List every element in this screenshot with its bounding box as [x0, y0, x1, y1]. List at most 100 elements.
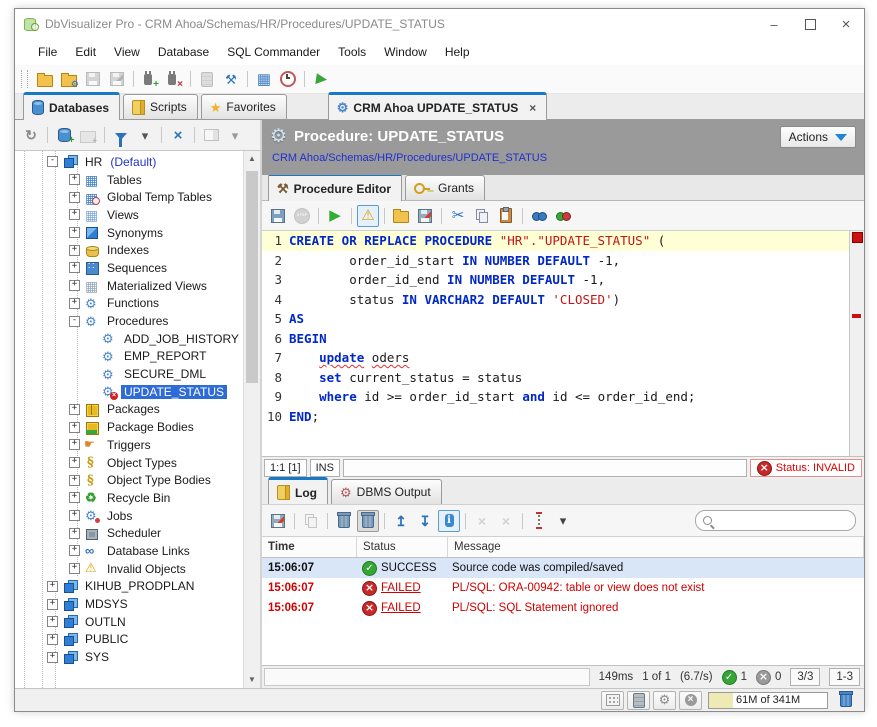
tree-expander-icon[interactable]: - — [47, 156, 58, 167]
tree-item-mdsys[interactable]: +MDSYS — [15, 595, 244, 613]
tree-expander-icon[interactable]: + — [69, 492, 80, 503]
highlight-errors-icon[interactable]: ⚠ — [357, 205, 379, 227]
open-file-icon[interactable] — [34, 68, 56, 90]
task-gear-button[interactable]: ⚙ — [653, 691, 676, 710]
tree-expander-icon[interactable]: + — [69, 192, 80, 203]
log-col-time[interactable]: Time — [262, 537, 357, 557]
tree-item-package-bodies[interactable]: +Package Bodies — [15, 418, 244, 436]
code-area[interactable]: 1CREATE OR REPLACE PROCEDURE "HR"."UPDAT… — [262, 231, 849, 456]
object-tab-crm-ahoa-update-status[interactable]: ⚙ CRM Ahoa UPDATE_STATUS × — [328, 92, 548, 120]
tree-expander-icon[interactable]: + — [69, 174, 80, 185]
tab-dbms-output[interactable]: ⚙DBMS Output — [331, 479, 442, 504]
tree-expander-icon[interactable]: + — [69, 510, 80, 521]
connections-monitor-button[interactable] — [627, 691, 650, 710]
open-connection-icon[interactable] — [58, 68, 80, 90]
tree-item-object-types[interactable]: +Object Types — [15, 454, 244, 472]
row-divider-icon[interactable] — [528, 510, 550, 532]
tree-item-views[interactable]: +Views — [15, 206, 244, 224]
breadcrumb[interactable]: CRM Ahoa/Schemas/HR/Procedures/UPDATE_ST… — [272, 152, 856, 164]
tree-expander-icon[interactable]: + — [69, 209, 80, 220]
menu-window[interactable]: Window — [375, 42, 436, 62]
load-from-file-icon[interactable] — [390, 205, 412, 227]
tree-expander-icon[interactable]: - — [69, 316, 80, 327]
scrollbar-thumb[interactable] — [246, 171, 258, 383]
tree-item-tables[interactable]: +Tables — [15, 171, 244, 189]
maximize-button[interactable] — [792, 9, 828, 39]
gc-button[interactable] — [834, 693, 858, 707]
connect-icon[interactable] — [139, 68, 161, 90]
tree-expander-icon[interactable]: + — [69, 457, 80, 468]
tab-close-icon[interactable]: × — [529, 101, 536, 115]
tab-procedure-editor[interactable]: ⚒Procedure Editor — [268, 173, 402, 201]
sql-editor[interactable]: 1CREATE OR REPLACE PROCEDURE "HR"."UPDAT… — [262, 231, 864, 457]
tree-expander-icon[interactable]: + — [69, 563, 80, 574]
error-line-mark[interactable] — [852, 314, 861, 318]
log-filter-input[interactable] — [717, 514, 839, 528]
collapse-all-icon[interactable]: × — [167, 124, 189, 146]
filter-dropdown-icon[interactable]: ▾ — [134, 124, 156, 146]
tree-item-invalid-objects[interactable]: +Invalid Objects — [15, 560, 244, 578]
menu-view[interactable]: View — [105, 42, 149, 62]
tree-item-object-type-bodies[interactable]: +Object Type Bodies — [15, 471, 244, 489]
tree-expander-icon[interactable]: + — [69, 528, 80, 539]
divider-dropdown-icon[interactable]: ▾ — [552, 510, 574, 532]
tree-expander-icon[interactable]: + — [47, 616, 58, 627]
tree-expander-icon[interactable]: + — [69, 404, 80, 415]
tree-expander-icon[interactable]: + — [47, 634, 58, 645]
tree-item-hr[interactable]: -HR(Default) — [15, 153, 244, 171]
tail-log-icon[interactable] — [438, 510, 460, 532]
tree-item-add-job-history[interactable]: ADD_JOB_HISTORY — [15, 330, 244, 348]
tree-item-sys[interactable]: +SYS — [15, 648, 244, 666]
clear-log-icon[interactable] — [333, 510, 355, 532]
tree-expander-icon[interactable]: + — [69, 280, 80, 291]
tree-expander-icon[interactable]: + — [69, 422, 80, 433]
find-replace-icon[interactable] — [552, 205, 574, 227]
log-row[interactable]: 15:06:07FAILEDPL/SQL: SQL Statement igno… — [262, 598, 864, 618]
tab-databases[interactable]: Databases — [23, 92, 120, 120]
scroll-down-icon[interactable]: ▼ — [244, 672, 260, 688]
export-log-icon[interactable] — [267, 510, 289, 532]
disconnect-icon[interactable] — [163, 68, 185, 90]
tree-item-database-links[interactable]: +Database Links — [15, 542, 244, 560]
log-row[interactable]: 15:06:07FAILEDPL/SQL: ORA-00942: table o… — [262, 578, 864, 598]
scroll-up-icon[interactable]: ▲ — [244, 151, 260, 167]
filter-icon[interactable] — [110, 124, 132, 146]
tree-item-indexes[interactable]: +Indexes — [15, 241, 244, 259]
refresh-icon[interactable]: ↻ — [20, 124, 42, 146]
log-col-message[interactable]: Message — [448, 537, 864, 557]
tree-item-secure-dml[interactable]: SECURE_DML — [15, 365, 244, 383]
tree-item-global-temp-tables[interactable]: +Global Temp Tables — [15, 188, 244, 206]
tree-item-triggers[interactable]: +Triggers — [15, 436, 244, 454]
tree-item-packages[interactable]: +Packages — [15, 401, 244, 419]
tree-item-update-status[interactable]: UPDATE_STATUS — [15, 383, 244, 401]
menu-help[interactable]: Help — [436, 42, 479, 62]
preview-dropdown-icon[interactable]: ▾ — [224, 124, 246, 146]
find-icon[interactable] — [528, 205, 550, 227]
menu-tools[interactable]: Tools — [329, 42, 375, 62]
monitor-icon[interactable] — [277, 68, 299, 90]
tree-item-jobs[interactable]: +Jobs — [15, 507, 244, 525]
tree-item-emp-report[interactable]: EMP_REPORT — [15, 348, 244, 366]
paste-icon[interactable] — [495, 205, 517, 227]
tree-expander-icon[interactable]: + — [69, 545, 80, 556]
tree-item-materialized-views[interactable]: +Materialized Views — [15, 277, 244, 295]
tree-expander-icon[interactable]: + — [69, 475, 80, 486]
export-icon[interactable] — [414, 205, 436, 227]
tree-item-outln[interactable]: +OUTLN — [15, 613, 244, 631]
tree-expander-icon[interactable]: + — [47, 581, 58, 592]
error-overview-mark[interactable] — [852, 232, 863, 243]
close-button[interactable]: × — [828, 9, 864, 39]
cancel-task-button[interactable] — [679, 691, 702, 710]
actions-button[interactable]: Actions — [780, 126, 856, 148]
tree-expander-icon[interactable]: + — [69, 262, 80, 273]
tree-item-procedures[interactable]: -Procedures — [15, 312, 244, 330]
tree-expander-icon[interactable]: + — [69, 298, 80, 309]
cut-icon[interactable]: ✂ — [447, 205, 469, 227]
save-procedure-icon[interactable] — [267, 205, 289, 227]
copy-icon[interactable] — [471, 205, 493, 227]
bookmarks-icon[interactable] — [310, 68, 332, 90]
memory-gauge[interactable]: 61M of 341M — [708, 692, 828, 709]
grid-monitor-button[interactable] — [601, 691, 624, 710]
tree-item-scheduler[interactable]: +Scheduler — [15, 524, 244, 542]
tree-item-synonyms[interactable]: +Synonyms — [15, 224, 244, 242]
